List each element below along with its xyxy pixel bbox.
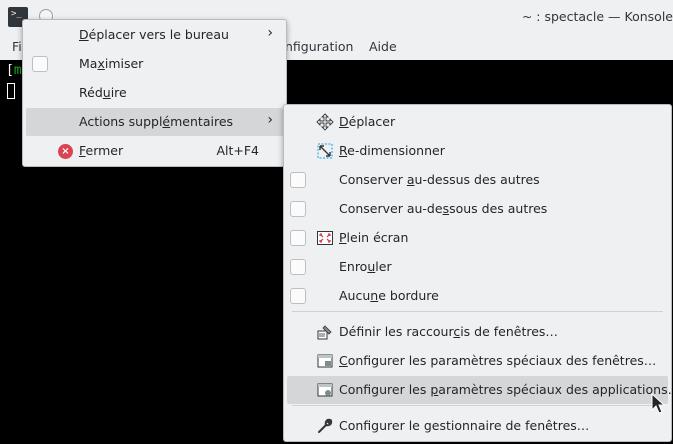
- menu-item-label: Conserver au-dessus des autres: [339, 172, 540, 187]
- checkbox[interactable]: [32, 56, 48, 72]
- shortcut-label: Alt+F4: [216, 143, 259, 158]
- terminal-prompt: [m: [6, 63, 22, 78]
- actions-menu-item-conserver-au-dessous-des-autres[interactable]: Conserver au-dessous des autres: [287, 195, 668, 223]
- actions-menu-item-aucune-bordure[interactable]: Aucune bordure: [287, 282, 668, 310]
- resize-icon: [316, 142, 334, 160]
- menu-item-label: Définir les raccourcis de fenêtres…: [339, 324, 558, 339]
- move-icon: [316, 113, 334, 131]
- window-menu-item-fermer[interactable]: × Fermer Alt+F4: [26, 137, 283, 165]
- app-settings-icon: [316, 381, 334, 399]
- fullscreen-icon: [316, 229, 334, 247]
- menu-item-label: Déplacer: [339, 114, 396, 129]
- menu-item-label: Fermer: [79, 143, 124, 158]
- actions-submenu: Déplacer Re-dimensionner Conserver au-dess…: [283, 104, 673, 442]
- menubar-file[interactable]: Fi: [12, 39, 22, 54]
- actions-menu-item-deplacer[interactable]: Déplacer: [287, 108, 668, 136]
- checkbox[interactable]: [290, 172, 306, 188]
- menu-item-label: Enrouler: [339, 259, 392, 274]
- menu-item-label: Plein écran: [339, 230, 409, 245]
- menu-item-label: Re-dimensionner: [339, 143, 445, 158]
- actions-menu-item-enrouler[interactable]: Enrouler: [287, 253, 668, 281]
- menu-item-label: Actions supplémentaires: [79, 114, 234, 129]
- menu-separator: [292, 405, 663, 406]
- shortcut-icon: [316, 323, 334, 341]
- actions-menu-item-plein-ecran[interactable]: Plein écran: [287, 224, 668, 252]
- checkbox[interactable]: [290, 201, 306, 217]
- window-menu-item-deplacer-vers-le-bureau[interactable]: Déplacer vers le bureau ›: [26, 21, 283, 49]
- window-menu-item-maximiser[interactable]: Maximiser: [26, 50, 283, 78]
- menu-item-label: Conserver au-dessous des autres: [339, 201, 548, 216]
- menu-item-label: Réduire: [79, 85, 127, 100]
- checkbox[interactable]: [290, 288, 306, 304]
- actions-menu-item-configurer-les-parametres-speciaux-des-a[interactable]: Configurer les paramètres spéciaux des a…: [287, 376, 673, 404]
- mouse-pointer-icon: [651, 393, 666, 414]
- terminal-cursor: [7, 83, 15, 99]
- wrench-icon: [316, 417, 334, 435]
- menu-item-label: Aucune bordure: [339, 288, 439, 303]
- actions-menu-item-definir-les-raccourcis-de-fenetres[interactable]: Définir les raccourcis de fenêtres…: [287, 318, 668, 346]
- window-menu-item-reduire[interactable]: Réduire: [26, 79, 283, 107]
- window-menu-item-actions-supplementaires[interactable]: Actions supplémentaires ›: [26, 108, 283, 136]
- close-icon: ×: [58, 144, 73, 159]
- actions-menu-item-configurer-le-gestionnaire-de-fenetres[interactable]: Configurer le gestionnaire de fenêtres…: [287, 412, 668, 440]
- actions-menu-item-conserver-au-dessus-des-autres[interactable]: Conserver au-dessus des autres: [287, 166, 668, 194]
- checkbox[interactable]: [290, 230, 306, 246]
- menu-item-label: Maximiser: [79, 56, 144, 71]
- window-settings-icon: [316, 352, 334, 370]
- chevron-right-icon: ›: [267, 112, 273, 128]
- checkbox[interactable]: [290, 259, 306, 275]
- menu-item-label: Configurer les paramètres spéciaux des f…: [339, 353, 657, 368]
- menu-item-label: Configurer le gestionnaire de fenêtres…: [339, 418, 590, 433]
- menu-item-label: Déplacer vers le bureau: [79, 27, 229, 42]
- menu-separator: [292, 311, 663, 312]
- actions-menu-item-configurer-les-parametres-speciaux-des-f[interactable]: Configurer les paramètres spéciaux des f…: [287, 347, 668, 375]
- window-menu: Déplacer vers le bureau › Maximiser Réduire…: [22, 19, 287, 167]
- menubar-configuration[interactable]: nfiguration: [285, 39, 353, 54]
- actions-menu-item-re-dimensionner[interactable]: Re-dimensionner: [287, 137, 668, 165]
- menu-item-label: Configurer les paramètres spéciaux des a…: [339, 382, 673, 397]
- chevron-right-icon: ›: [267, 25, 273, 41]
- menubar-help[interactable]: Aide: [369, 39, 397, 54]
- window-title: ~ : spectacle — Konsole: [521, 9, 673, 24]
